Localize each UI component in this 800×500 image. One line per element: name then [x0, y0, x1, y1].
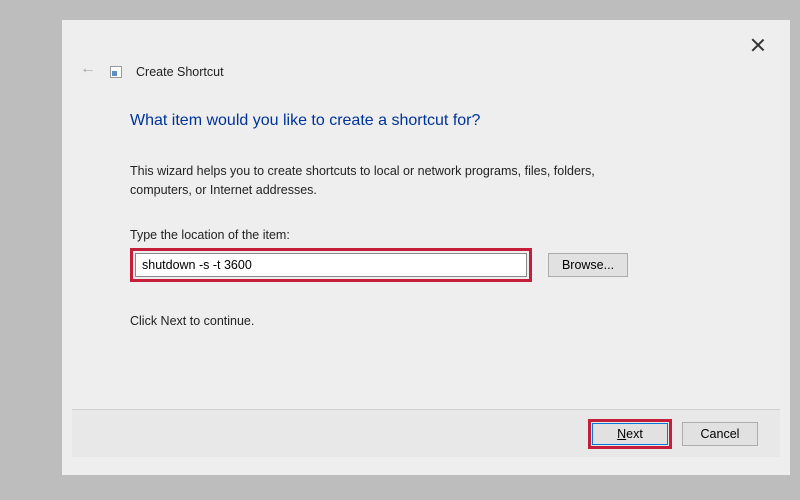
shortcut-icon	[110, 66, 122, 78]
next-underline: N	[617, 427, 626, 441]
back-arrow-icon[interactable]	[80, 65, 98, 79]
dialog-title: Create Shortcut	[136, 65, 224, 79]
location-input[interactable]	[135, 253, 527, 277]
location-highlight	[130, 248, 532, 282]
browse-button[interactable]: Browse...	[548, 253, 628, 277]
dialog-header: Create Shortcut	[80, 65, 224, 79]
next-button[interactable]: Next	[592, 423, 668, 445]
dialog-footer: Next Cancel	[72, 409, 780, 457]
wizard-description: This wizard helps you to create shortcut…	[130, 162, 650, 200]
wizard-heading: What item would you like to create a sho…	[130, 112, 740, 130]
close-icon[interactable]	[751, 38, 765, 52]
next-rest: ext	[626, 427, 643, 441]
next-highlight: Next	[588, 419, 672, 449]
cancel-button[interactable]: Cancel	[682, 422, 758, 446]
create-shortcut-dialog: Create Shortcut What item would you like…	[62, 20, 790, 475]
location-label: Type the location of the item:	[130, 228, 740, 242]
location-row: Browse...	[130, 248, 740, 282]
continue-hint: Click Next to continue.	[130, 314, 740, 328]
wizard-content: What item would you like to create a sho…	[130, 112, 740, 328]
